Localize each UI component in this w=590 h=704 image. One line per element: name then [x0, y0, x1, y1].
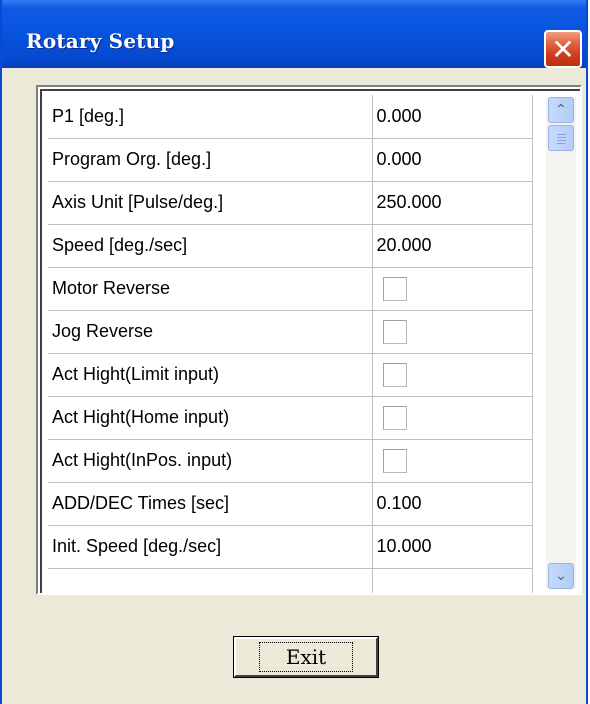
scroll-up-button[interactable]: ⌃ [548, 97, 574, 123]
table-row[interactable]: Act Hight(Limit input) [48, 353, 533, 397]
table-row[interactable]: Speed [deg./sec] 20.000 [48, 224, 533, 268]
row-label: Act Hight(Home input) [48, 396, 373, 440]
close-button[interactable]: ✕ [544, 30, 582, 68]
row-value-cell [372, 310, 533, 354]
row-value-field[interactable] [372, 568, 533, 593]
row-value-field[interactable]: 0.000 [372, 95, 533, 139]
settings-table: P1 [deg.] 0.000 Program Org. [deg.] 0.000 Ax… [48, 95, 533, 593]
row-label: Act Hight(Limit input) [48, 353, 373, 397]
scroll-thumb[interactable] [548, 125, 574, 151]
table-row[interactable]: ADD/DEC Times [sec] 0.100 [48, 482, 533, 526]
row-label [48, 568, 373, 593]
table-row[interactable]: Init. Speed [deg./sec] 10.000 [48, 525, 533, 569]
vertical-scrollbar[interactable]: ⌃ ⌄ [546, 97, 576, 589]
row-label: ADD/DEC Times [sec] [48, 482, 373, 526]
row-value-field[interactable]: 20.000 [372, 224, 533, 268]
row-label: Speed [deg./sec] [48, 224, 373, 268]
close-icon: ✕ [551, 32, 575, 66]
row-checkbox[interactable] [382, 276, 407, 301]
row-label: P1 [deg.] [48, 95, 373, 139]
row-value-field[interactable]: 250.000 [372, 181, 533, 225]
table-row[interactable]: Act Hight(Home input) [48, 396, 533, 440]
row-value-field[interactable]: 0.000 [372, 138, 533, 182]
row-value-field[interactable]: 0.100 [372, 482, 533, 526]
row-value-cell [372, 439, 533, 483]
row-label: Act Hight(InPos. input) [48, 439, 373, 483]
row-label: Motor Reverse [48, 267, 373, 311]
table-row[interactable]: Jog Reverse [48, 310, 533, 354]
row-label: Axis Unit [Pulse/deg.] [48, 181, 373, 225]
exit-button-label: Exit [258, 642, 354, 672]
title-bar[interactable]: Rotary Setup ✕ [2, 0, 586, 68]
table-row[interactable]: Act Hight(InPos. input) [48, 439, 533, 483]
row-label: Init. Speed [deg./sec] [48, 525, 373, 569]
row-checkbox[interactable] [382, 319, 407, 344]
row-label: Program Org. [deg.] [48, 138, 373, 182]
row-value-cell [372, 353, 533, 397]
row-value-cell [372, 267, 533, 311]
row-checkbox[interactable] [382, 405, 407, 430]
table-row[interactable] [48, 568, 533, 593]
row-checkbox[interactable] [382, 448, 407, 473]
settings-grid: P1 [deg.] 0.000 Program Org. [deg.] 0.000 Ax… [36, 85, 582, 595]
exit-button[interactable]: Exit [233, 636, 379, 678]
row-label: Jog Reverse [48, 310, 373, 354]
table-row[interactable]: Motor Reverse [48, 267, 533, 311]
table-row[interactable]: Program Org. [deg.] 0.000 [48, 138, 533, 182]
table-row[interactable]: P1 [deg.] 0.000 [48, 95, 533, 139]
row-checkbox[interactable] [382, 362, 407, 387]
row-value-field[interactable]: 10.000 [372, 525, 533, 569]
chevron-up-icon: ⌃ [555, 102, 567, 118]
scroll-down-button[interactable]: ⌄ [548, 563, 574, 589]
settings-grid-viewport: P1 [deg.] 0.000 Program Org. [deg.] 0.000 Ax… [40, 89, 580, 593]
window-title: Rotary Setup [26, 29, 175, 53]
chevron-down-icon: ⌄ [555, 568, 567, 584]
table-row[interactable]: Axis Unit [Pulse/deg.] 250.000 [48, 181, 533, 225]
row-value-cell [372, 396, 533, 440]
rotary-setup-window: Rotary Setup ✕ P1 [deg.] 0.000 Program Org… [0, 0, 588, 704]
